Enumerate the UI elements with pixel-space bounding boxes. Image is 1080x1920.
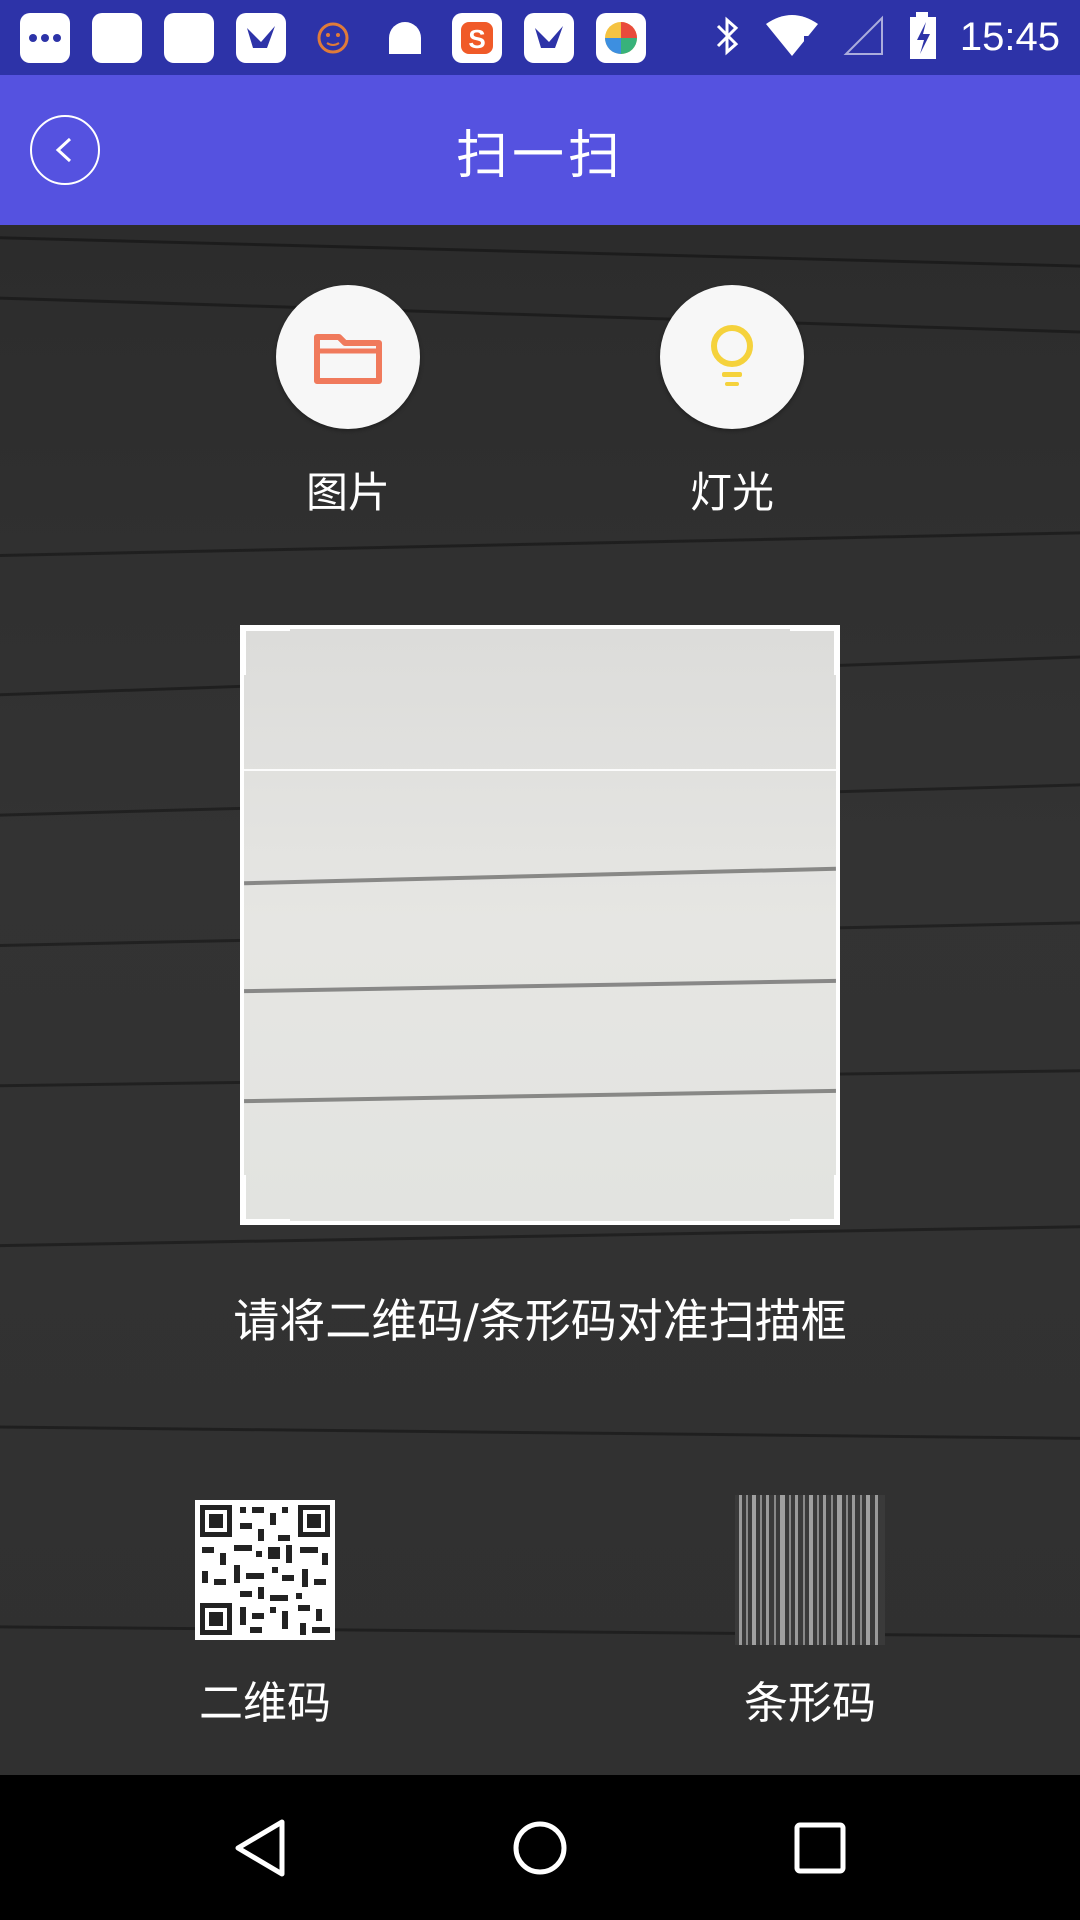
light-action[interactable]: 灯光: [660, 285, 804, 520]
blank-app-icon: [164, 12, 214, 63]
background-streak: [0, 235, 1080, 270]
page-title: 扫一扫: [455, 125, 624, 186]
frame-corner: [240, 625, 290, 675]
qr-code-option[interactable]: 二维码: [190, 1495, 340, 1731]
face-icon: [308, 13, 358, 63]
scan-streak: [244, 978, 836, 994]
light-button[interactable]: [660, 285, 804, 429]
frame-corner: [240, 1175, 290, 1225]
qr-code-icon: [195, 1500, 335, 1640]
app-bird-icon: [236, 12, 286, 63]
battery-charging-icon: [908, 11, 938, 64]
wifi-icon: [764, 14, 820, 62]
camera-viewfinder: 图片 灯光 请将二维码/条形码对准扫描框 二维码 条形码: [0, 225, 1080, 1775]
scan-line: [244, 769, 836, 771]
scan-hint: 请将二维码/条形码对准扫描框: [233, 1294, 847, 1348]
picture-label: 图片: [305, 468, 390, 517]
picture-button[interactable]: [276, 285, 420, 429]
barcode-label: 条形码: [744, 1678, 876, 1729]
chevron-left-icon: [55, 137, 72, 163]
app-header: 扫一扫: [0, 75, 1080, 225]
message-icon: [20, 12, 70, 63]
blank-app-icon: [92, 12, 142, 63]
background-streak: [0, 529, 1080, 558]
status-bar: S 15:45: [0, 0, 1080, 75]
android-icon: [380, 13, 430, 63]
background-streak: [0, 1224, 1080, 1248]
app-bird-icon: [524, 12, 574, 63]
barcode-option[interactable]: 条形码: [735, 1495, 885, 1731]
frame-corner: [790, 625, 840, 675]
sogou-s-icon: S: [452, 12, 502, 63]
notification-icons: S: [20, 12, 646, 63]
barcode-icon: [735, 1495, 885, 1645]
background-streak: [0, 1425, 1080, 1441]
light-label: 灯光: [689, 468, 774, 517]
scan-streak: [244, 866, 836, 886]
scan-streak: [244, 1088, 836, 1104]
nav-recents-button[interactable]: [780, 1808, 860, 1888]
back-button[interactable]: [30, 115, 100, 185]
frame-corner: [790, 1175, 840, 1225]
qr-code-label: 二维码: [199, 1678, 331, 1729]
scan-frame: [240, 625, 840, 1225]
background-streak: [0, 295, 1080, 336]
circle-home-icon: [513, 1821, 567, 1874]
square-recents-icon: [794, 1822, 846, 1873]
svg-text:S: S: [468, 24, 485, 54]
status-time: 15:45: [959, 15, 1060, 59]
background-streak: [0, 1625, 1080, 1639]
signal-icon: [842, 14, 886, 62]
system-nav-bar: [0, 1775, 1080, 1920]
color-ball-icon: [596, 12, 646, 63]
lightbulb-icon: [711, 325, 753, 386]
picture-action[interactable]: 图片: [276, 285, 420, 520]
folder-icon: [314, 334, 382, 384]
triangle-back-icon: [235, 1819, 285, 1876]
bluetooth-icon: [712, 14, 742, 62]
nav-home-button[interactable]: [500, 1808, 580, 1888]
nav-back-button[interactable]: [220, 1808, 300, 1888]
